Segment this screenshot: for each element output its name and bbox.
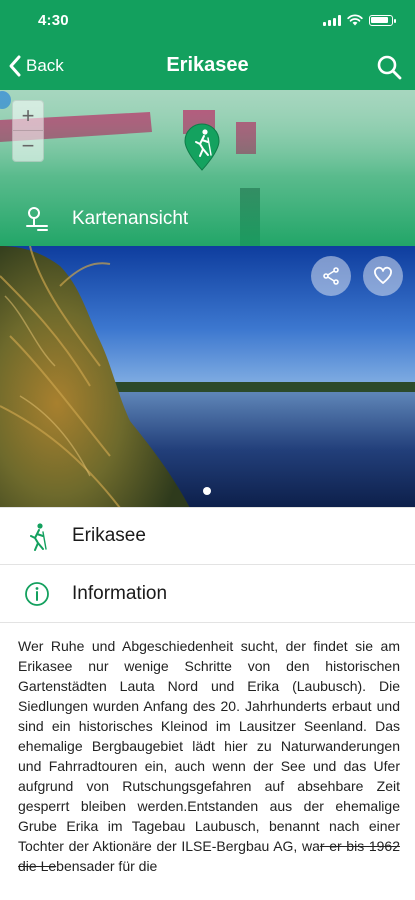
hiker-icon	[30, 523, 47, 551]
information-label: Information	[72, 582, 168, 604]
list-item-information[interactable]: Information	[0, 565, 415, 623]
nav-bar: Back Erikasee	[0, 44, 415, 90]
map-location-icon	[26, 207, 48, 231]
search-button[interactable]	[375, 53, 403, 81]
app-header: 4:30 Back Erikasee	[0, 0, 415, 90]
hiker-pin-icon[interactable]	[182, 122, 222, 172]
share-icon	[323, 267, 339, 285]
zoom-out-button[interactable]: −	[13, 131, 43, 161]
page-indicator-dot	[203, 487, 211, 495]
photo-carousel[interactable]	[0, 246, 415, 508]
heart-icon	[374, 266, 392, 284]
share-button[interactable]	[311, 256, 351, 296]
favorite-button[interactable]	[363, 256, 403, 296]
description-text: Wer Ruhe und Abgeschiedenheit sucht, der…	[18, 636, 400, 876]
map-preview[interactable]: + − Kartenansicht	[0, 90, 415, 246]
info-circle-icon	[25, 581, 49, 606]
description-part-1: Wer Ruhe und Abgeschiedenheit sucht, der…	[18, 638, 400, 854]
battery-icon	[369, 14, 396, 26]
cellular-signal-icon	[323, 14, 341, 26]
status-time: 4:30	[38, 12, 69, 29]
status-icons	[323, 14, 396, 26]
status-bar: 4:30	[0, 0, 415, 44]
lake-photo	[0, 246, 415, 508]
list-item-place: Erikasee	[0, 507, 415, 565]
page-title: Erikasee	[166, 54, 249, 76]
wifi-icon	[347, 14, 363, 26]
zoom-in-button[interactable]: +	[13, 101, 43, 131]
place-name-label: Erikasee	[72, 525, 146, 546]
map-view-link[interactable]: Kartenansicht	[0, 192, 415, 246]
search-icon	[377, 55, 402, 80]
map-view-label: Kartenansicht	[72, 208, 189, 229]
map-zoom-control: + −	[12, 100, 44, 162]
description-part-2: bensader für die	[56, 858, 158, 874]
